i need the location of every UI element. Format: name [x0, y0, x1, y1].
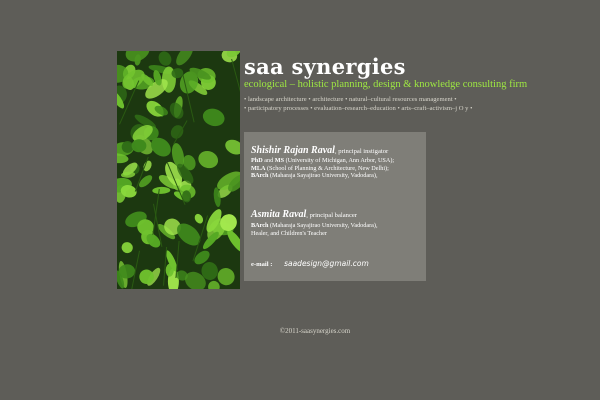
person-role: , principal instigator: [334, 148, 389, 155]
credential-detail: (University of Michigan, Ann Arbor, USA)…: [284, 157, 395, 164]
email-link[interactable]: saadesign@gmail.com: [284, 259, 369, 268]
services-list: • landscape architecture • architecture …: [244, 96, 544, 113]
person-credentials: PhD and MS (University of Michigan, Ann …: [251, 157, 427, 180]
page: saa synergies ecological – holistic plan…: [0, 0, 600, 400]
credential-degree: BArch: [251, 222, 269, 229]
credential-detail: (Maharaja Sayajirao University, Vadodara…: [268, 172, 378, 180]
email-label: e-mail :: [251, 261, 273, 268]
leaf-photo: [117, 51, 240, 289]
credential-line: BArch (Maharaja Sayajirao University, Va…: [251, 172, 427, 180]
person-credentials: BArch (Maharaja Sayajirao University, Va…: [251, 222, 427, 237]
credential-degree: BArch: [251, 172, 269, 180]
person-header: Asmita Raval, principal balancer: [251, 204, 357, 222]
services-line: • landscape architecture • architecture …: [244, 96, 457, 103]
credential-detail: (School of Planning & Architecture, New …: [265, 164, 389, 172]
credential-degree: MS: [274, 157, 285, 164]
info-card: Shishir Rajan Raval, principal instigato…: [244, 132, 426, 281]
person-name: Asmita Raval: [251, 209, 307, 220]
leaf-photo-graphic: [117, 51, 240, 289]
credential-line: PhD and MS (University of Michigan, Ann …: [251, 157, 427, 165]
copyright: ©2011-saasynergies.com: [279, 327, 351, 335]
credential-detail: Healer, and Children's Teacher: [251, 229, 327, 237]
person-role: , principal balancer: [306, 212, 358, 219]
credential-connector: and: [262, 157, 275, 164]
email-row: e-mail : saadesign@gmail.com: [251, 259, 369, 268]
credential-line: Healer, and Children's Teacher: [251, 230, 427, 238]
credential-degree: PhD: [251, 157, 263, 164]
services-line: • participatory processes • evaluation–r…: [244, 104, 473, 112]
credential-degree: MLA: [251, 164, 266, 172]
credential-line: BArch (Maharaja Sayajirao University, Va…: [251, 222, 427, 230]
brand-tagline: ecological – holistic planning, design &…: [244, 79, 528, 90]
credential-detail: (Maharaja Sayajirao University, Vadodara…: [268, 222, 378, 229]
brand-title: saa synergies: [244, 54, 406, 79]
person-header: Shishir Rajan Raval, principal instigato…: [251, 140, 388, 158]
person-name: Shishir Rajan Raval: [251, 145, 335, 156]
credential-line: MLA (School of Planning & Architecture, …: [251, 165, 427, 173]
